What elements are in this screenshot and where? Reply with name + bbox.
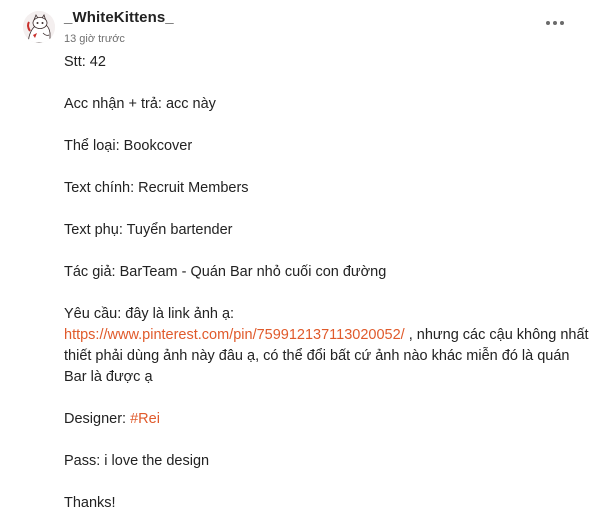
more-options-button[interactable]	[540, 12, 570, 34]
comment-card: _WhiteKittens_ 13 giờ trước Stt: 42 Acc …	[0, 0, 609, 512]
comment-line-text-phu: Text phụ: Tuyển bartender	[64, 222, 233, 238]
comment-line-pass: Pass: i love the design	[64, 453, 210, 469]
comment-timestamp: 13 giờ trước	[64, 33, 125, 45]
comment-line-acc: Acc nhận + trả: acc này	[64, 96, 216, 112]
comment-line-stt: Stt: 42	[64, 54, 106, 70]
comment-line-tac-gia: Tác giả: BarTeam - Quán Bar nhỏ cuối con…	[64, 264, 387, 280]
user-avatar[interactable]	[23, 11, 55, 43]
more-options-icon	[546, 21, 564, 25]
comment-line-designer: Designer: #Rei	[64, 409, 594, 430]
cat-avatar-icon	[23, 11, 55, 43]
yeu-cau-label: Yêu cầu: đây là link ảnh ạ:	[64, 306, 235, 322]
comment-body: Stt: 42 Acc nhận + trả: acc này Thể loại…	[64, 52, 594, 512]
author-name[interactable]: _WhiteKittens_	[64, 9, 174, 26]
comment-line-text-chinh: Text chính: Recruit Members	[64, 180, 249, 196]
comment-line-yeu-cau: Yêu cầu: đây là link ảnh ạ: https://www.p…	[64, 304, 594, 388]
pinterest-link[interactable]: https://www.pinterest.com/pin/7599121371…	[64, 327, 405, 343]
designer-hashtag[interactable]: #Rei	[130, 411, 160, 427]
comment-line-thanks: Thanks!	[64, 495, 116, 511]
comment-line-the-loai: Thể loại: Bookcover	[64, 138, 193, 154]
designer-label: Designer:	[64, 411, 131, 427]
